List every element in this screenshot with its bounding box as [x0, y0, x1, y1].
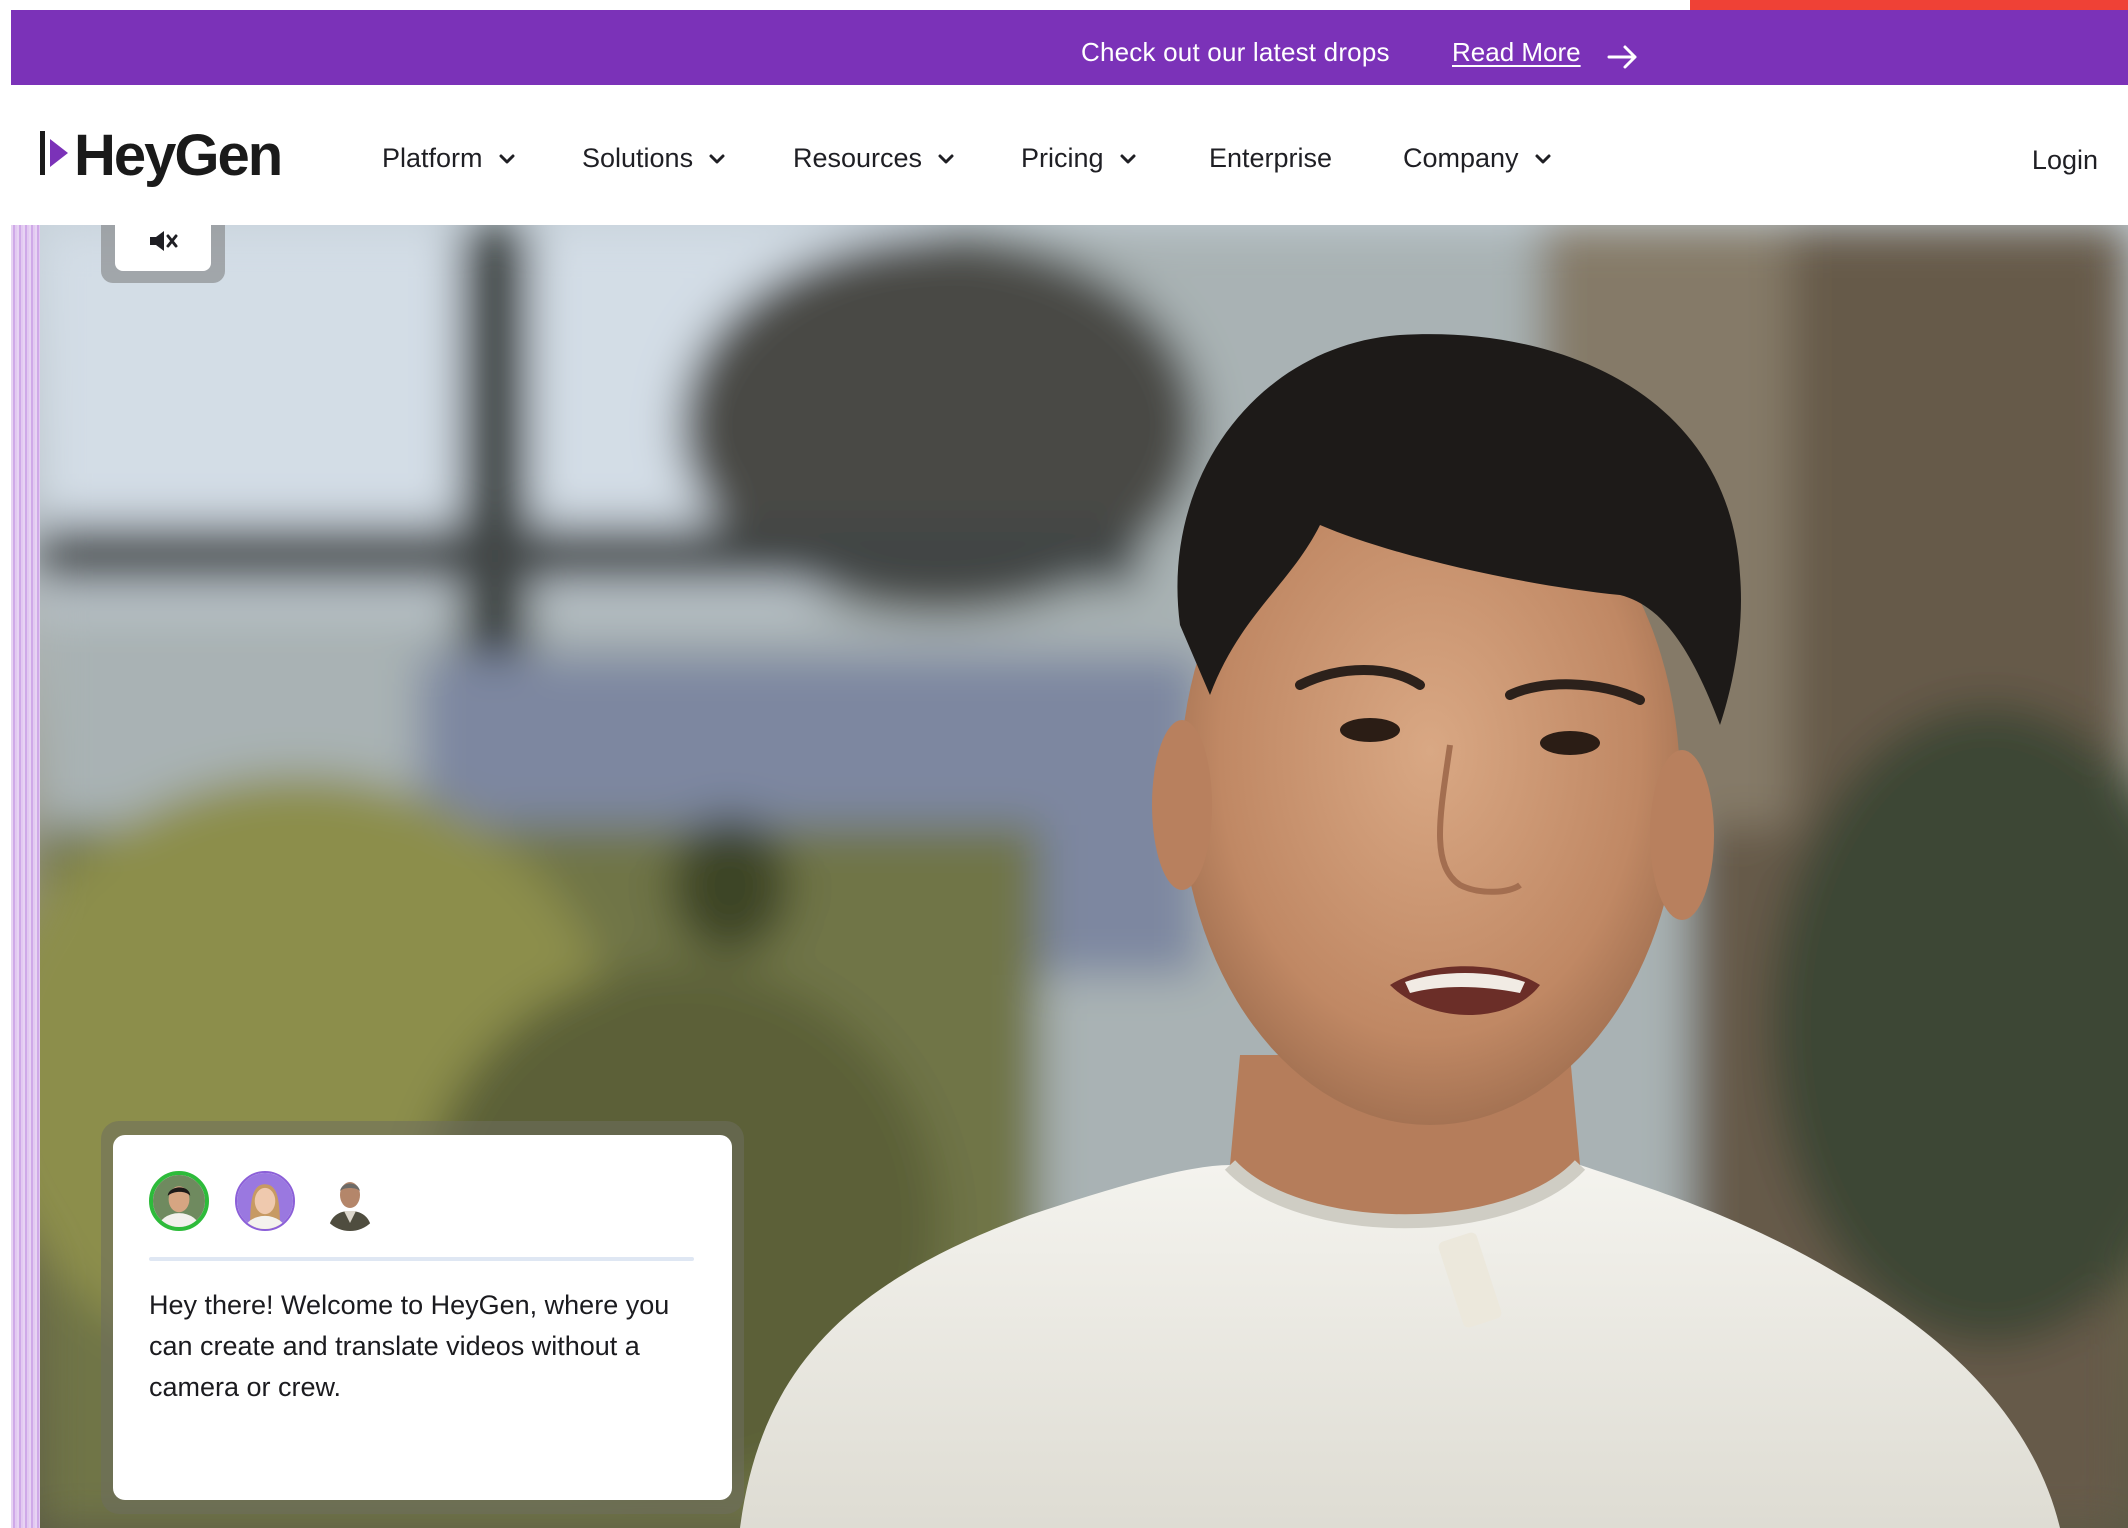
nav-item-pricing[interactable]: Pricing — [1021, 143, 1138, 174]
chevron-down-icon — [1120, 154, 1136, 163]
nav-item-company[interactable]: Company — [1403, 143, 1553, 174]
nav-item-solutions[interactable]: Solutions — [582, 143, 727, 174]
chevron-down-icon — [1535, 154, 1551, 163]
read-more-link[interactable]: Read More — [1452, 37, 1581, 68]
chevron-down-icon — [938, 154, 954, 163]
top-accent-strip — [1690, 0, 2128, 10]
mute-button[interactable] — [115, 225, 211, 271]
speaker-muted-icon — [150, 231, 178, 251]
avatar-man-asian[interactable] — [149, 1171, 209, 1231]
avatar-image — [320, 1171, 380, 1231]
banner-text: Check out our latest drops — [1081, 37, 1390, 67]
page: Check out our latest drops Read More Hey… — [0, 0, 2128, 1528]
avatar-man-older[interactable] — [320, 1171, 380, 1231]
svg-text:HeyGen: HeyGen — [74, 123, 281, 188]
nav-item-label: Enterprise — [1209, 143, 1333, 173]
avatar-image — [237, 1173, 293, 1229]
arrow-right-icon[interactable] — [1606, 42, 1640, 72]
hero-decorative-border — [11, 225, 40, 1528]
chat-card: Hey there! Welcome to HeyGen, where you … — [113, 1135, 732, 1500]
login-link[interactable]: Login — [2032, 145, 2098, 176]
main-navigation: HeyGen Platform Solutions Resources Pric… — [0, 85, 2128, 225]
nav-item-label: Resources — [793, 143, 923, 173]
nav-item-label: Platform — [382, 143, 483, 173]
nav-item-enterprise[interactable]: Enterprise — [1209, 143, 1332, 174]
avatar-image — [153, 1175, 205, 1227]
chevron-down-icon — [709, 154, 725, 163]
chevron-down-icon — [499, 154, 515, 163]
chat-card-frame: Hey there! Welcome to HeyGen, where you … — [101, 1121, 744, 1514]
nav-item-platform[interactable]: Platform — [382, 143, 517, 174]
nav-item-label: Solutions — [582, 143, 694, 173]
heygen-logo[interactable]: HeyGen — [36, 115, 296, 195]
nav-item-label: Company — [1403, 143, 1519, 173]
chat-divider — [149, 1257, 694, 1261]
nav-item-resources[interactable]: Resources — [793, 143, 956, 174]
announcement-banner: Check out our latest drops Read More — [11, 10, 2128, 85]
nav-item-label: Pricing — [1021, 143, 1104, 173]
chat-message: Hey there! Welcome to HeyGen, where you … — [149, 1290, 670, 1402]
mute-button-frame — [101, 225, 225, 283]
avatar-woman[interactable] — [235, 1171, 295, 1231]
